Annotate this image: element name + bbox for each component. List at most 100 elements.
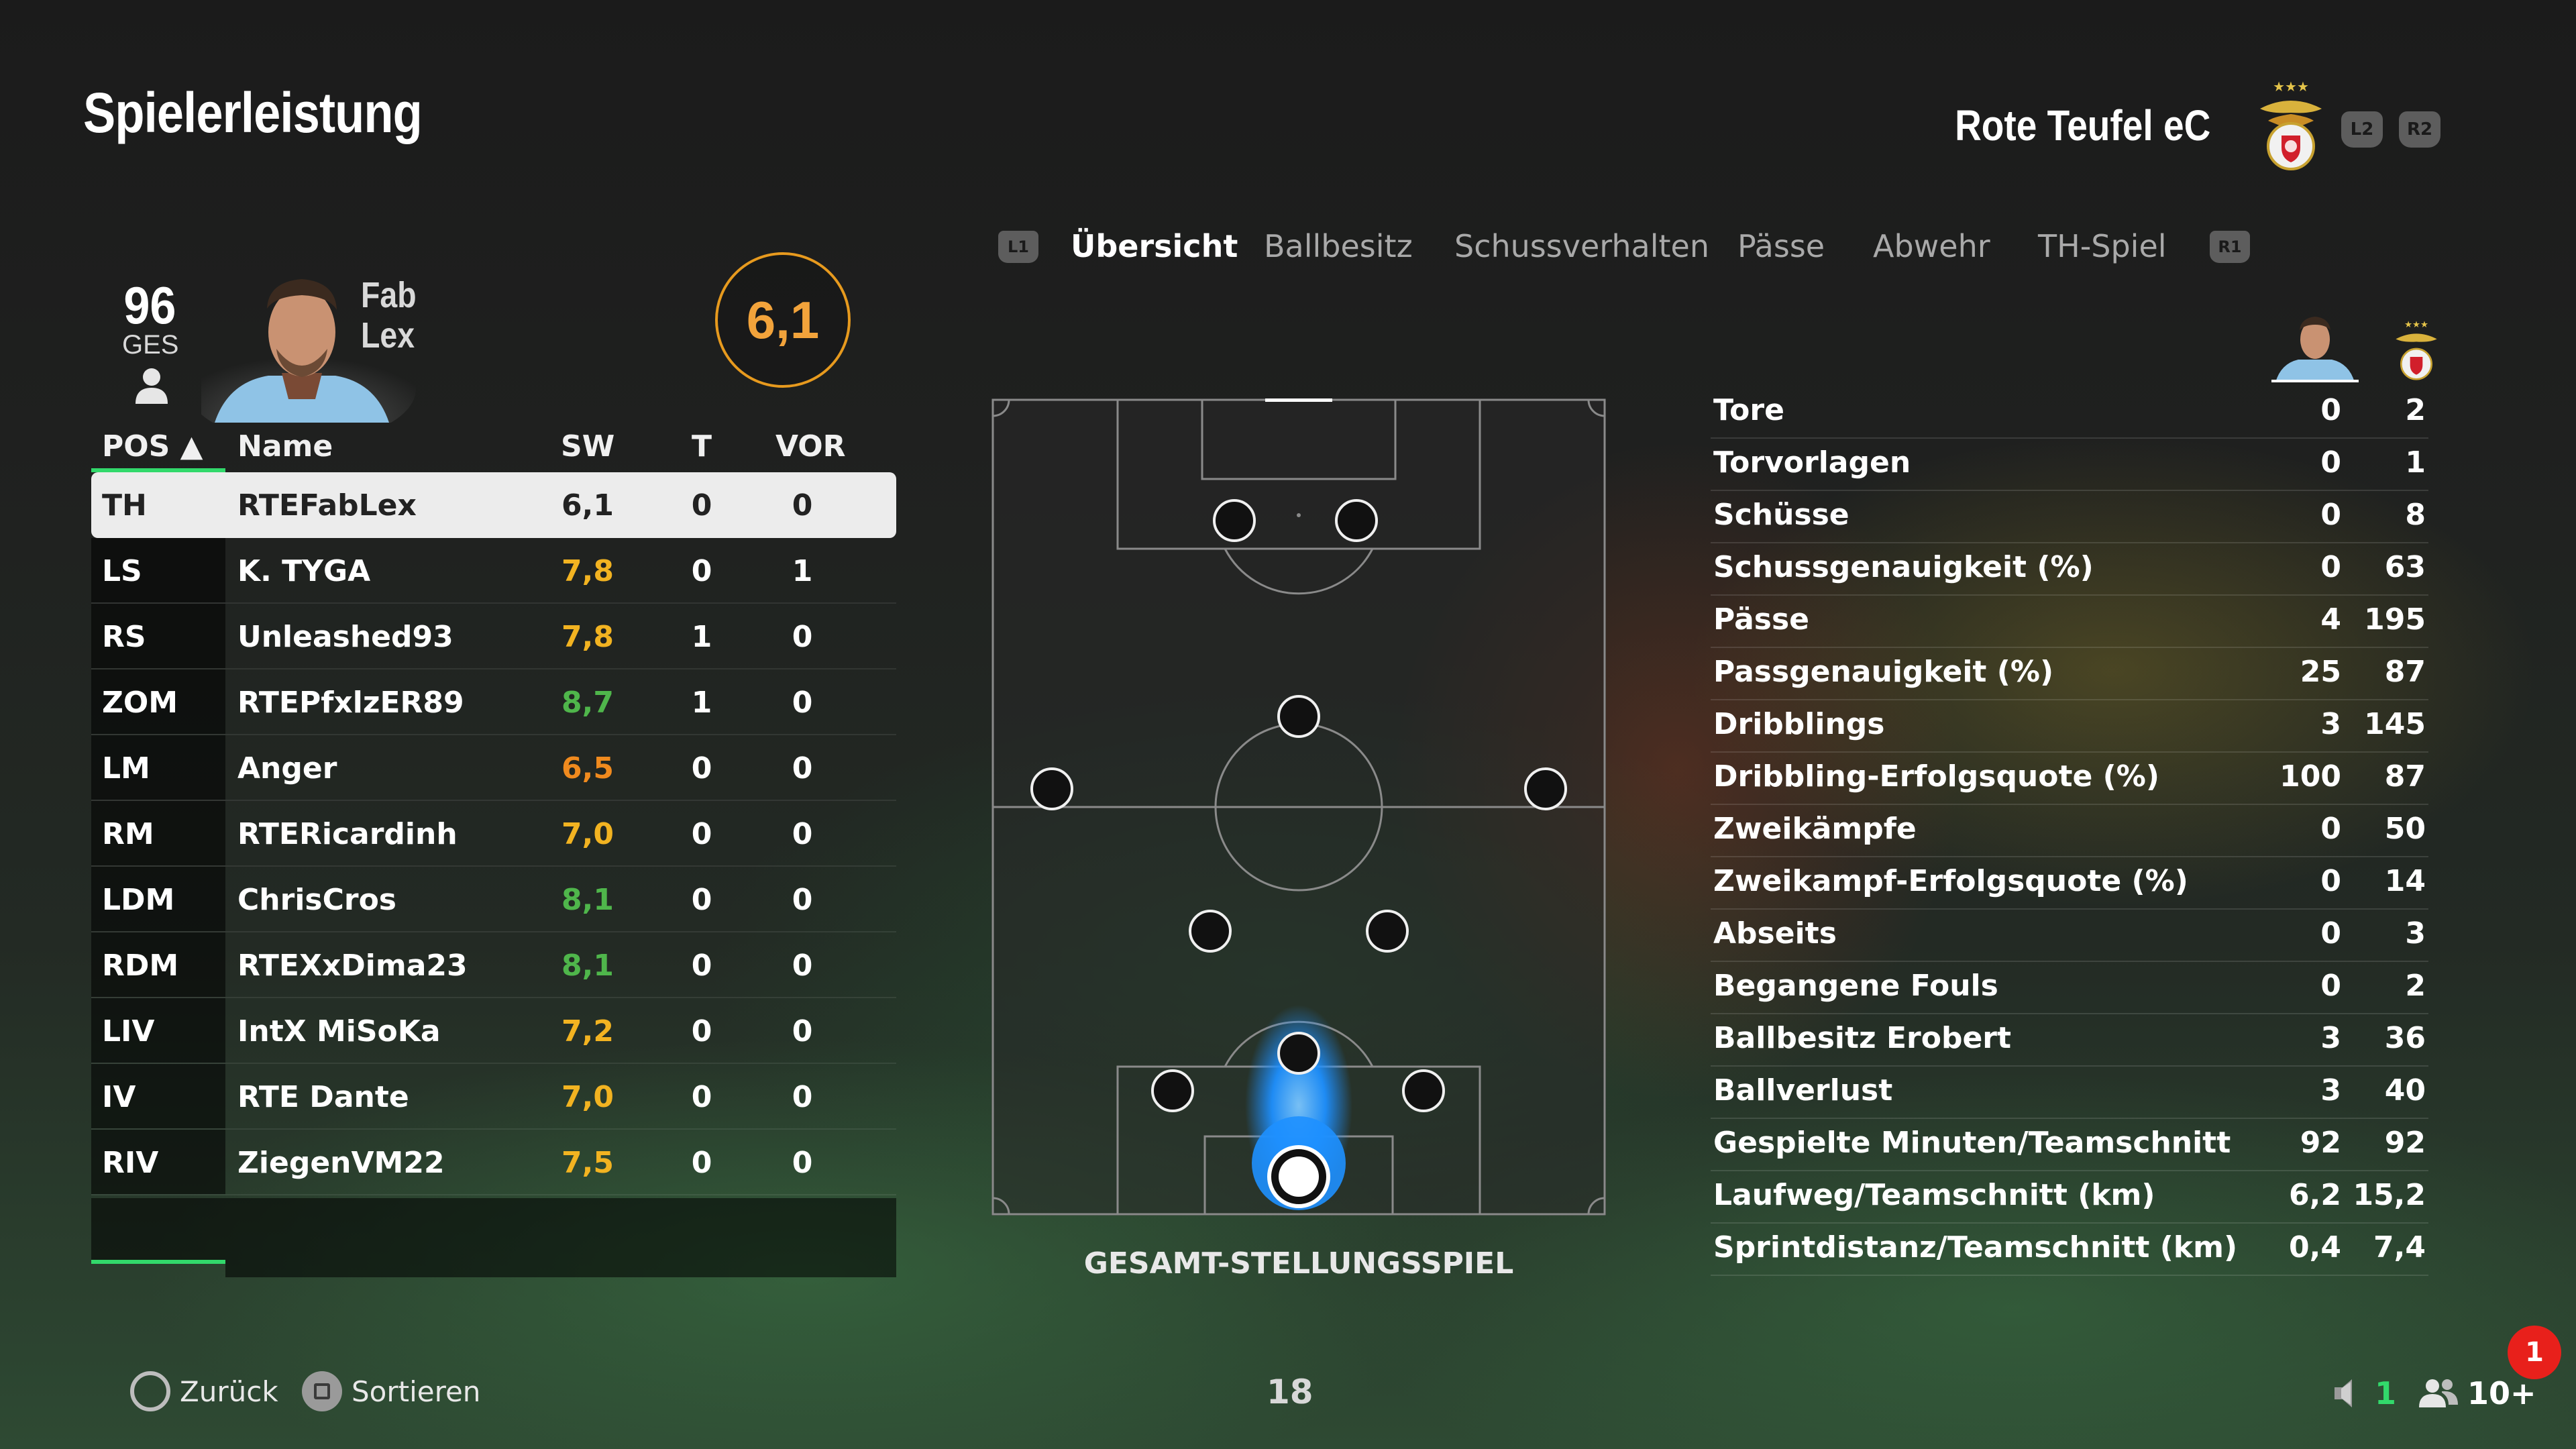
row-position: RS	[102, 620, 146, 654]
stat-label: Dribbling-Erfolgsquote (%)	[1713, 759, 2159, 794]
l1-button[interactable]: L1	[998, 231, 1038, 263]
stat-label: Gespielte Minuten/Teamschnitt	[1713, 1126, 2231, 1160]
col-t-header[interactable]: T	[682, 429, 722, 464]
row-player-name: RTERicardinh	[237, 817, 458, 851]
stats-player-avatar	[2271, 310, 2359, 382]
stat-row: Begangene Fouls 0 2	[1711, 962, 2428, 1014]
tab-schussverhalten[interactable]: Schussverhalten	[1454, 228, 1709, 264]
stat-team-value: 40	[2384, 1073, 2426, 1108]
stat-player-value: 3	[2320, 1021, 2341, 1055]
stat-row: Schussgenauigkeit (%) 0 63	[1711, 543, 2428, 596]
stat-player-value: 0	[2320, 969, 2341, 1003]
back-label: Zurück	[180, 1375, 278, 1408]
stat-row: Dribbling-Erfolgsquote (%) 100 87	[1711, 753, 2428, 805]
stat-team-value: 7,4	[2373, 1230, 2426, 1265]
table-row[interactable]: TH RTEFabLex 6,1 0 0	[91, 472, 896, 538]
table-row[interactable]: ZOM RTEPfxlzER89 8,7 1 0	[91, 669, 896, 735]
team-name: Rote Teufel eC	[1954, 101, 2210, 150]
table-row[interactable]: IV RTE Dante 7,0 0 0	[91, 1064, 896, 1130]
stat-team-value: 15,2	[2353, 1178, 2426, 1212]
row-goals: 0	[691, 751, 712, 786]
stat-player-value: 0	[2320, 445, 2341, 480]
stat-team-value: 36	[2384, 1021, 2426, 1055]
row-player-name: ZiegenVM22	[237, 1146, 445, 1180]
stat-player-value: 100	[2279, 759, 2341, 794]
table-row[interactable]: RIV ZiegenVM22 7,5 0 0	[91, 1130, 896, 1195]
stat-player-value: 3	[2320, 1073, 2341, 1108]
player-rating: 6,1	[715, 252, 851, 388]
circle-button-icon	[130, 1371, 170, 1411]
table-row[interactable]: RS Unleashed93 7,8 1 0	[91, 604, 896, 669]
table-row[interactable]: RM RTERicardinh 7,0 0 0	[91, 801, 896, 867]
stat-row: Pässe 4 195	[1711, 596, 2428, 648]
row-goals: 0	[691, 488, 712, 523]
table-row[interactable]: LM Anger 6,5 0 0	[91, 735, 896, 801]
stat-label: Zweikampf-Erfolgsquote (%)	[1713, 864, 2188, 898]
r2-button[interactable]: R2	[2399, 111, 2440, 148]
table-row[interactable]: RDM RTEXxDima23 8,1 0 0	[91, 932, 896, 998]
row-rating: 6,1	[561, 488, 614, 523]
tab-ballbesitz[interactable]: Ballbesitz	[1264, 228, 1413, 264]
tab-paesse[interactable]: Pässe	[1737, 228, 1825, 264]
row-position: RIV	[102, 1146, 159, 1180]
tab-uebersicht[interactable]: Übersicht	[1071, 228, 1238, 264]
row-position: LDM	[102, 883, 175, 917]
stats-list: Tore 0 2 Torvorlagen 0 1 Schüsse 0 8 Schussgenaui…	[1711, 386, 2428, 1276]
player-name: Fab Lex	[361, 275, 417, 356]
sort-label: Sortieren	[352, 1375, 481, 1408]
col-pos-header[interactable]: POS ▲	[102, 429, 203, 464]
row-rating: 7,8	[561, 620, 614, 654]
stat-player-value: 92	[2300, 1126, 2341, 1160]
row-goals: 0	[691, 883, 712, 917]
stat-player-value: 0	[2320, 812, 2341, 846]
party-status[interactable]: 10+	[2419, 1375, 2536, 1411]
voice-chat-status: 1	[2332, 1375, 2396, 1411]
stat-label: Passgenauigkeit (%)	[1713, 655, 2054, 689]
row-goals: 0	[691, 554, 712, 588]
l2-button[interactable]: L2	[2341, 111, 2383, 148]
stat-label: Dribblings	[1713, 707, 1885, 741]
col-sw-header[interactable]: SW	[561, 429, 614, 464]
stat-label: Zweikämpfe	[1713, 812, 1917, 846]
notification-badge[interactable]: 1	[2508, 1326, 2561, 1379]
square-button-icon	[302, 1371, 342, 1411]
stat-label: Tore	[1713, 393, 1784, 427]
stat-row: Zweikampf-Erfolgsquote (%) 0 14	[1711, 857, 2428, 910]
row-position: RM	[102, 817, 154, 851]
row-assists: 0	[792, 883, 813, 917]
back-action[interactable]: Zurück	[130, 1371, 278, 1411]
row-position: TH	[102, 488, 147, 523]
stat-row: Schüsse 0 8	[1711, 491, 2428, 543]
player-first-name: Fab	[361, 275, 417, 315]
stat-team-value: 2	[2405, 393, 2426, 427]
row-assists: 0	[792, 620, 813, 654]
row-rating: 7,2	[561, 1014, 614, 1049]
table-row[interactable]: LIV IntX MiSoKa 7,2 0 0	[91, 998, 896, 1064]
row-assists: 0	[792, 1014, 813, 1049]
row-assists: 0	[792, 817, 813, 851]
row-goals: 0	[691, 817, 712, 851]
row-rating: 7,0	[561, 1080, 614, 1114]
stat-player-value: 0	[2320, 864, 2341, 898]
table-row[interactable]: LS K. TYGA 7,8 0 1	[91, 538, 896, 604]
tab-th-spiel[interactable]: TH-Spiel	[2038, 228, 2167, 264]
stat-player-value: 4	[2320, 602, 2341, 637]
player-last-name: Lex	[361, 315, 415, 356]
stat-row: Ballverlust 3 40	[1711, 1067, 2428, 1119]
pos-column-fill	[91, 1198, 225, 1260]
stat-team-value: 195	[2364, 602, 2426, 637]
col-vor-header[interactable]: VOR	[775, 429, 846, 464]
person-icon	[134, 366, 169, 404]
stat-row: Dribblings 3 145	[1711, 700, 2428, 753]
row-assists: 0	[792, 686, 813, 720]
tab-abwehr[interactable]: Abwehr	[1873, 228, 1990, 264]
row-rating: 8,1	[561, 883, 614, 917]
row-rating: 7,8	[561, 554, 614, 588]
col-name-header[interactable]: Name	[237, 429, 333, 464]
table-row[interactable]: LDM ChrisCros 8,1 0 0	[91, 867, 896, 932]
sort-action[interactable]: Sortieren	[302, 1371, 480, 1411]
svg-text:★★★: ★★★	[2404, 320, 2428, 330]
stat-player-value: 6,2	[2289, 1178, 2341, 1212]
row-player-name: K. TYGA	[237, 554, 371, 588]
r1-button[interactable]: R1	[2210, 231, 2250, 263]
